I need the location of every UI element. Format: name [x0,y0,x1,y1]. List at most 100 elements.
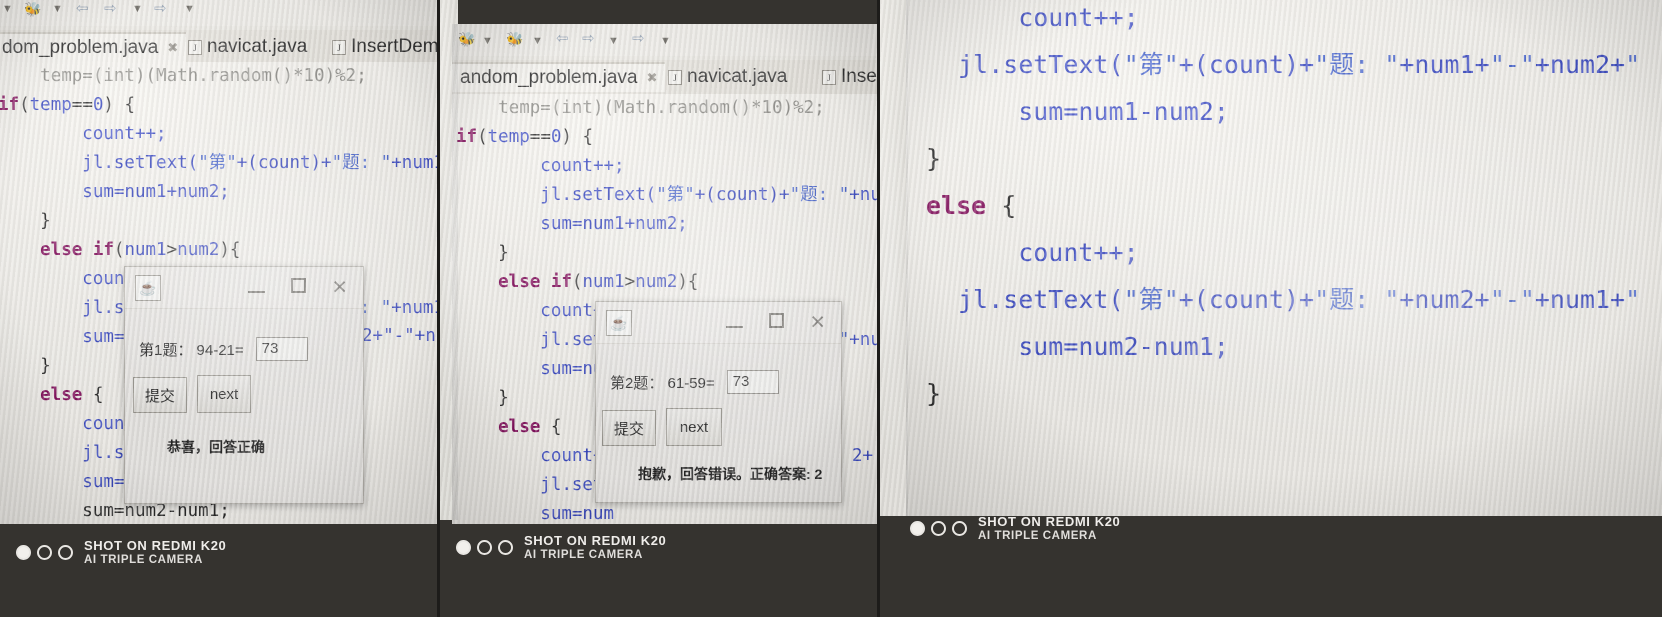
submit-button[interactable]: 提交 [602,410,656,446]
tab-label: andom_problem.java [460,67,638,88]
jump-arrow-icon[interactable]: ⇨ [154,1,167,16]
code-line: } [456,388,509,408]
quiz-window-1-titlebar[interactable]: ☕ × [125,267,363,309]
code-line: } [926,379,942,408]
minimize-icon[interactable] [726,313,744,332]
java-file-icon: J [332,39,346,55]
close-icon[interactable]: ✖ [646,70,657,86]
next-button[interactable]: next [666,408,722,446]
caret-down-icon[interactable]: ▼ [532,34,543,48]
maximize-icon[interactable] [769,313,785,332]
code-line: sum=num1+num2; [456,214,688,234]
code-editor-right[interactable]: count++; jl.setText("第"+(count)+"题: "+nu… [906,0,1662,516]
code-line: temp=(int)(Math.random()*10)%2; [456,98,825,118]
caret-down-icon[interactable]: ▼ [184,2,195,16]
watermark-line-2: AI TRIPLE CAMERA [84,553,203,566]
tab-label: InsertD [841,66,880,87]
editor-tabstrip-middle[interactable]: andom_problem.java ✖ J navicat.java J In… [452,60,880,94]
java-file-icon: J [822,69,836,85]
monitor-screen-left: ▼ 🐝 ▼ ⇦ ⇨ ▼ ⇨ ▼ dom_problem.java ✖ J nav… [0,0,440,524]
camera-dots-icon [16,545,73,561]
code-line: } [926,144,942,173]
caret-down-icon[interactable]: ▼ [2,2,13,16]
code-line: sum=num1-num2; [958,97,1229,126]
answer-input[interactable]: 73 [726,370,779,394]
next-button[interactable]: next [197,375,251,413]
watermark-line-1: SHOT ON REDMI K20 [84,538,227,553]
tab-random-problem-java[interactable]: dom_problem.java ✖ [0,32,187,62]
question-label: 第1题： 94-21= [139,341,244,359]
monitor-screen-middle: 🐝 ▼ 🐝 ▼ ⇦ ⇨ ▼ ⇨ ▼ andom_problem.java ✖ J… [452,24,880,524]
tab-navicat-java[interactable]: J navicat.java [660,62,795,92]
camera-dots-icon [456,540,513,556]
code-line: temp=(int)(Math.random()*10)%2; [0,66,367,86]
maximize-icon[interactable] [291,278,307,297]
quiz-window-2[interactable]: ☕ × 第2题： 61-59= 73 提交 next 抱歉，回答错误。正确答案:… [595,301,842,503]
photo-panel-middle: 🐝 ▼ 🐝 ▼ ⇦ ⇨ ▼ ⇨ ▼ andom_problem.java ✖ J… [440,0,880,617]
tab-label: navicat.java [207,36,308,57]
watermark-line-2: AI TRIPLE CAMERA [978,529,1097,542]
caret-down-icon[interactable]: ▼ [482,34,493,48]
tab-insert-demo[interactable]: J InsertD [814,62,880,92]
tab-navicat-java[interactable]: J navicat.java [180,32,315,62]
java-cup-icon: ☕ [135,274,161,301]
back-arrow-icon[interactable]: ⇦ [556,31,569,46]
code-line: sum=num [456,359,615,379]
code-line: if(temp==0) { [456,127,594,147]
eclipse-toolbar-left[interactable]: ▼ 🐝 ▼ ⇦ ⇨ ▼ ⇨ ▼ [0,0,440,26]
code-line: count++; [958,238,1139,267]
bug-icon[interactable]: 🐝 [458,32,475,46]
code-line: } [456,243,509,263]
monitor-screen-edge-right [880,0,908,516]
code-line: count++ [456,446,615,466]
caret-down-icon[interactable]: ▼ [608,34,619,48]
tab-label: navicat.java [687,66,788,87]
code-line: sum=num [456,504,615,524]
code-line: else { [0,385,104,405]
caret-down-icon[interactable]: ▼ [132,2,143,16]
code-line: else { [926,191,1017,220]
photo-panel-left: ▼ 🐝 ▼ ⇦ ⇨ ▼ ⇨ ▼ dom_problem.java ✖ J nav… [0,0,440,617]
code-line: else { [456,417,562,437]
run-icon[interactable]: 🐝 [506,32,523,46]
quiz-window-1[interactable]: ☕ × 第1题： 94-21= 73 提交 next 恭喜，回答正确 [124,266,364,504]
result-message: 抱歉，回答错误。正确答案: 2 [638,466,823,482]
minimize-icon[interactable] [248,278,266,297]
answer-input[interactable]: 73 [255,337,308,361]
question-label: 第2题： 61-59= [610,374,715,392]
code-line-fragment: 2+"-"+n [362,326,436,346]
tab-label: dom_problem.java [2,37,159,58]
tab-random-problem-java[interactable]: andom_problem.java ✖ [452,62,666,92]
caret-down-icon[interactable]: ▼ [52,2,63,16]
forward-arrow-icon[interactable]: ⇨ [582,31,595,46]
photo-panel-right: count++; jl.setText("第"+(count)+"题: "+nu… [880,0,1662,617]
close-icon[interactable]: × [810,310,825,335]
code-line-fragment: 2+ [852,446,874,466]
jump-arrow-icon[interactable]: ⇨ [632,31,645,46]
quiz-window-2-titlebar[interactable]: ☕ × [596,302,841,344]
code-line: } [0,356,51,376]
camera-watermark-right: SHOT ON REDMI K20 AI TRIPLE CAMERA [910,514,1121,542]
quiz-window-2-body: 第2题： 61-59= 73 提交 next 抱歉，回答错误。正确答案: 2 [596,344,841,504]
editor-tabstrip-left[interactable]: dom_problem.java ✖ J navicat.java J Inse… [0,30,440,64]
java-file-icon: J [188,39,202,55]
back-arrow-icon[interactable]: ⇦ [76,1,89,16]
eclipse-toolbar-middle[interactable]: 🐝 ▼ 🐝 ▼ ⇦ ⇨ ▼ ⇨ ▼ [452,24,880,56]
watermark-line-1: SHOT ON REDMI K20 [978,514,1121,529]
code-line: jl.setText("第"+(count)+"题: "+num1+" [0,153,440,173]
close-icon[interactable]: × [332,275,347,300]
code-line: jl.setText("第"+(count)+"题: "+num1 [456,185,880,205]
camera-dots-icon [910,521,967,537]
close-icon[interactable]: ✖ [167,40,178,56]
panel-divider-2 [877,0,880,617]
tab-insert-demo[interactable]: J InsertDemo [324,32,440,62]
tab-label: InsertDemo [351,36,440,57]
submit-button[interactable]: 提交 [133,377,187,413]
bug-icon[interactable]: 🐝 [24,2,41,16]
code-line: sum=num1+num2; [0,182,230,202]
forward-arrow-icon[interactable]: ⇨ [104,1,117,16]
caret-down-icon[interactable]: ▼ [660,34,671,48]
monitor-screen-right: count++; jl.setText("第"+(count)+"题: "+nu… [906,0,1662,516]
quiz-window-1-body: 第1题： 94-21= 73 提交 next 恭喜，回答正确 [125,309,363,504]
camera-watermark-middle: SHOT ON REDMI K20 AI TRIPLE CAMERA [456,533,666,561]
